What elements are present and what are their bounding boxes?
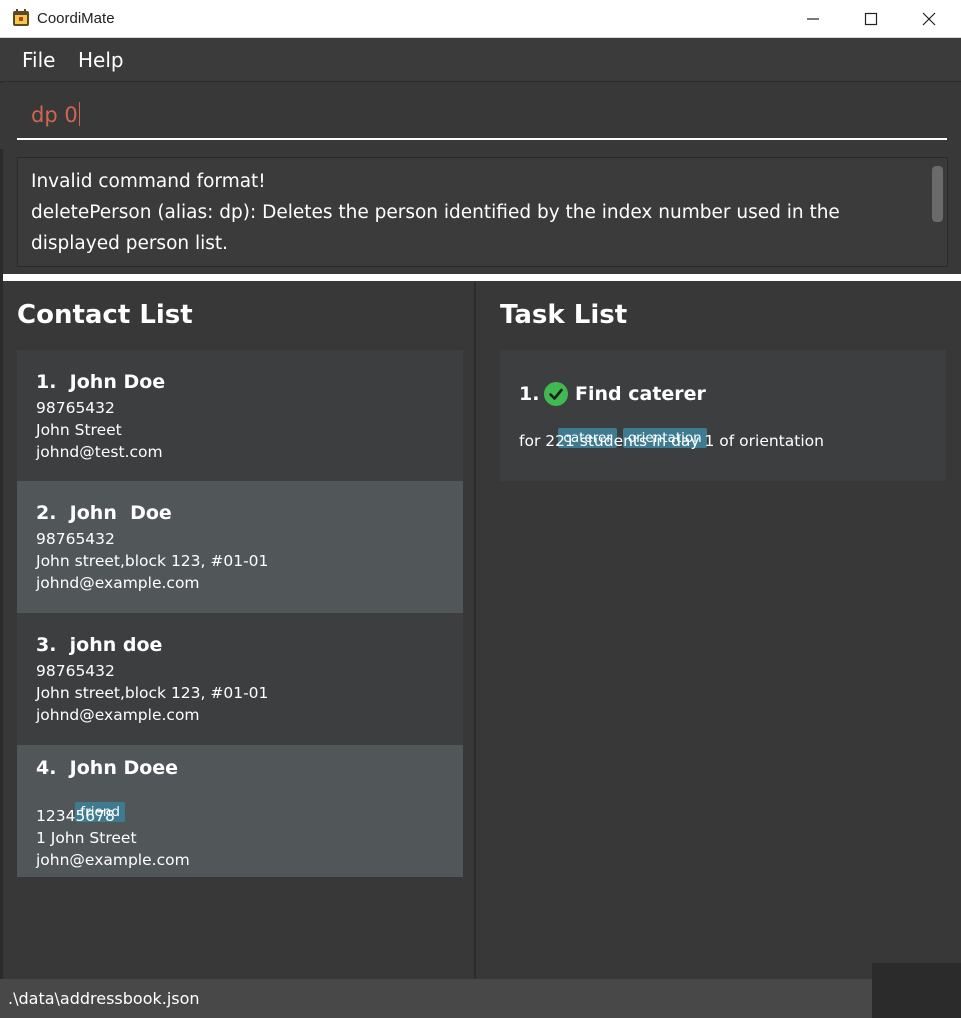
- contact-card[interactable]: 3. john doe 98765432 John street,block 1…: [17, 613, 463, 745]
- menu-bar: File Help: [0, 38, 961, 82]
- contact-address: John street,block 123, #01-01: [36, 684, 269, 702]
- contact-address: John Street: [36, 421, 122, 439]
- task-title: Find caterer: [575, 383, 706, 405]
- result-scrollbar[interactable]: [932, 166, 943, 222]
- status-bar-corner: [872, 963, 961, 1018]
- task-card[interactable]: 1. Find caterer caterer orientation for 2…: [500, 350, 946, 481]
- command-input[interactable]: dp 0: [17, 92, 947, 140]
- contact-email: john@example.com: [36, 851, 190, 869]
- contact-email: johnd@example.com: [36, 706, 200, 724]
- task-note: for 221 students in day 1 of orientation: [519, 432, 824, 450]
- pane-divider[interactable]: [3, 274, 961, 281]
- calendar-icon: [13, 9, 29, 26]
- contact-card[interactable]: 4. John Doee friend 12345678 1 John Stre…: [17, 745, 463, 877]
- contact-name: 1. John Doe: [36, 371, 166, 393]
- contact-phone: 98765432: [36, 662, 115, 680]
- window-title: CoordiMate: [37, 10, 115, 27]
- contact-name: 2. John Doe: [36, 502, 172, 524]
- maximize-icon: [864, 12, 878, 26]
- contact-email: johnd@test.com: [36, 443, 163, 461]
- task-list-panel: Task List 1. Find caterer caterer orienta…: [478, 282, 961, 979]
- contact-card[interactable]: 2. John Doe 98765432 John street,block 1…: [17, 481, 463, 613]
- contact-address: 1 John Street: [36, 829, 137, 847]
- contact-name: 3. john doe: [36, 634, 163, 656]
- close-icon: [922, 12, 936, 26]
- command-value: dp 0: [31, 103, 78, 127]
- text-caret: [78, 102, 80, 126]
- minimize-icon: [807, 18, 819, 20]
- result-display[interactable]: Invalid command format! deletePerson (al…: [17, 157, 948, 267]
- contact-card[interactable]: 1. John Doe 98765432 John Street johnd@t…: [17, 350, 463, 482]
- contact-address: John street,block 123, #01-01: [36, 552, 269, 570]
- contact-name: 4. John Doee: [36, 757, 179, 779]
- check-circle-icon: [544, 382, 568, 406]
- contact-phone: 98765432: [36, 399, 115, 417]
- contact-phone: 12345678: [36, 807, 115, 825]
- close-button[interactable]: [900, 0, 958, 38]
- status-bar: .\data\addressbook.json: [0, 979, 872, 1018]
- title-bar: CoordiMate: [0, 0, 961, 38]
- minimize-button[interactable]: [784, 0, 842, 38]
- menu-file[interactable]: File: [22, 48, 55, 72]
- contact-list-panel: Contact List 1. John Doe 98765432 John S…: [3, 282, 476, 979]
- app-window: CoordiMate File Help dp 0 Invalid comman…: [0, 0, 961, 1018]
- task-list-title: Task List: [500, 300, 628, 330]
- maximize-button[interactable]: [842, 0, 900, 38]
- contact-phone: 98765432: [36, 530, 115, 548]
- command-text: dp 0: [31, 102, 80, 127]
- result-message: Invalid command format! deletePerson (al…: [31, 171, 840, 254]
- contact-list-title: Contact List: [17, 300, 193, 330]
- save-location: .\data\addressbook.json: [8, 989, 200, 1008]
- task-index: 1.: [519, 383, 540, 405]
- menu-help[interactable]: Help: [78, 48, 124, 72]
- contact-email: johnd@example.com: [36, 574, 200, 592]
